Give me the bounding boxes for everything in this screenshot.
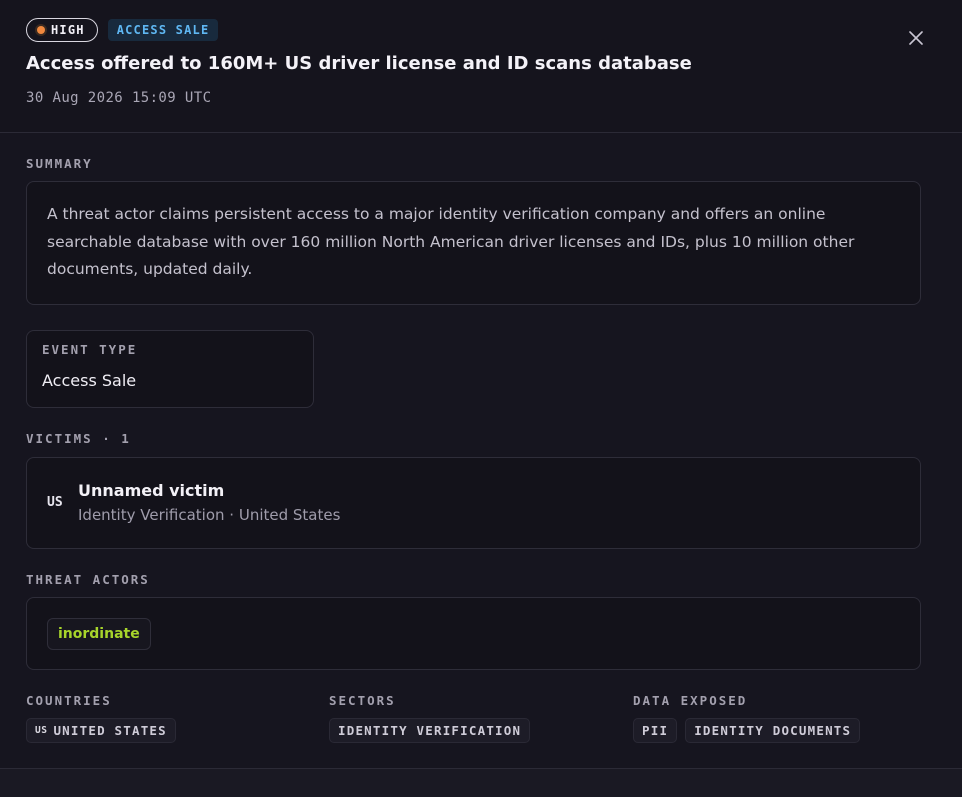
- event-type-card: EVENT TYPE Access Sale: [26, 330, 314, 408]
- summary-text: A threat actor claims persistent access …: [47, 205, 855, 278]
- event-type-value: Access Sale: [42, 371, 137, 390]
- threat-actor-chip[interactable]: inordinate: [47, 618, 151, 650]
- event-detail-header: HIGH ACCESS SALE Access offered to 160M+…: [0, 0, 962, 133]
- data-exposed-chip-row: PII IDENTITY DOCUMENTS: [633, 718, 861, 743]
- data-exposed-chip[interactable]: IDENTITY DOCUMENTS: [685, 718, 861, 743]
- data-exposed-chip[interactable]: PII: [633, 718, 678, 743]
- victim-card[interactable]: US Unnamed victim Identity Verification …: [26, 457, 921, 549]
- sector-chip[interactable]: IDENTITY VERIFICATION: [329, 718, 531, 743]
- close-icon: [909, 31, 923, 45]
- event-type-badge: ACCESS SALE: [107, 19, 219, 41]
- severity-label: HIGH: [51, 23, 85, 37]
- event-type-label: EVENT TYPE: [42, 342, 138, 357]
- threat-actors-label: THREAT ACTORS: [26, 572, 150, 587]
- countries-chip-row: US UNITED STATES: [26, 718, 176, 743]
- country-code: US: [35, 725, 48, 736]
- badge-row: HIGH ACCESS SALE: [26, 18, 219, 42]
- country-chip[interactable]: US UNITED STATES: [26, 718, 176, 743]
- sectors-label: SECTORS: [329, 693, 396, 708]
- summary-label: SUMMARY: [26, 156, 93, 171]
- victim-name: Unnamed victim: [78, 481, 225, 500]
- country-name: UNITED STATES: [53, 723, 167, 738]
- panel-footer: [0, 768, 962, 797]
- severity-dot-icon: [37, 26, 45, 34]
- event-title: Access offered to 160M+ US driver licens…: [26, 53, 692, 74]
- victim-country-code: US: [47, 495, 63, 510]
- victims-label: VICTIMS · 1: [26, 431, 131, 446]
- summary-card: A threat actor claims persistent access …: [26, 181, 921, 305]
- event-timestamp: 30 Aug 2026 15:09 UTC: [26, 90, 212, 106]
- victim-meta: Identity Verification · United States: [78, 506, 341, 524]
- severity-badge: HIGH: [26, 18, 98, 42]
- close-button[interactable]: [903, 25, 929, 51]
- threat-actors-card: inordinate: [26, 597, 921, 670]
- data-exposed-label: DATA EXPOSED: [633, 693, 748, 708]
- countries-label: COUNTRIES: [26, 693, 112, 708]
- sectors-chip-row: IDENTITY VERIFICATION: [329, 718, 531, 743]
